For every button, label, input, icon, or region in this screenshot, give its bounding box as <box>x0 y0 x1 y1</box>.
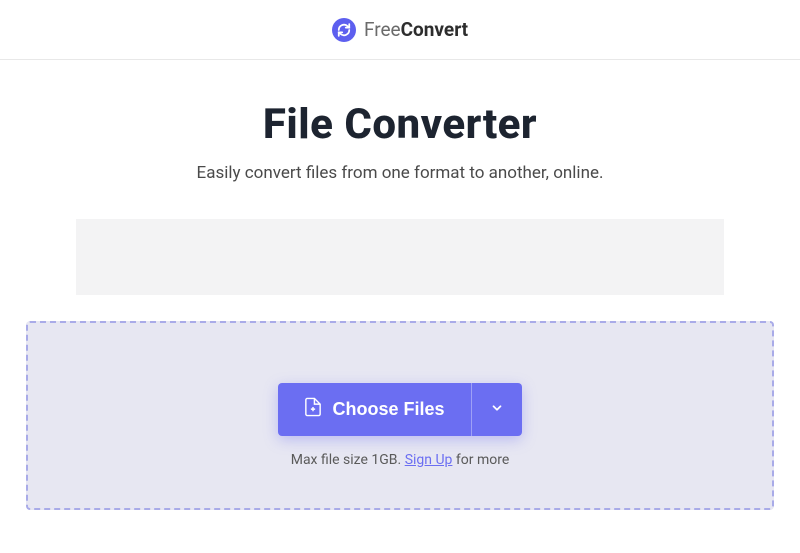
ad-slot <box>76 219 724 295</box>
signup-link[interactable]: Sign Up <box>405 452 453 468</box>
file-add-icon <box>304 397 322 422</box>
choose-files-dropdown-button[interactable] <box>471 383 522 436</box>
hero: File Converter Easily convert files from… <box>24 100 776 183</box>
chevron-down-icon <box>490 401 504 418</box>
choose-files-label: Choose Files <box>332 399 444 420</box>
brand-name: FreeConvert <box>364 18 468 41</box>
file-size-note: Max file size 1GB. Sign Up for more <box>291 452 510 468</box>
main-content: File Converter Easily convert files from… <box>0 60 800 534</box>
header: FreeConvert <box>0 0 800 60</box>
page-subtitle: Easily convert files from one format to … <box>24 163 776 183</box>
refresh-icon <box>332 18 356 42</box>
choose-files-button[interactable]: Choose Files <box>278 383 470 436</box>
file-dropzone[interactable]: Choose Files Max file size 1GB. Sign Up … <box>26 321 774 510</box>
choose-button-group: Choose Files <box>278 383 521 436</box>
brand-logo[interactable]: FreeConvert <box>332 18 468 42</box>
page-title: File Converter <box>24 100 776 149</box>
